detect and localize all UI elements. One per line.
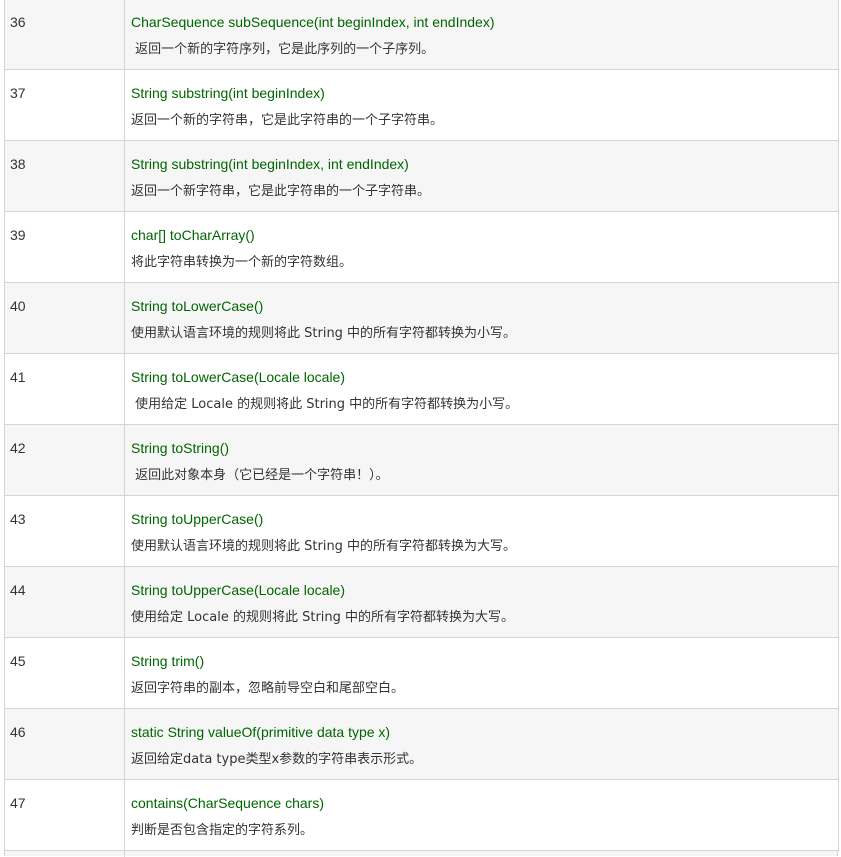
method-cell: String toString() 返回此对象本身（它已经是一个字符串！）。 bbox=[124, 424, 839, 496]
method-table-body: 36 CharSequence subSequence(int beginInd… bbox=[4, 0, 839, 851]
method-signature: static String valueOf(primitive data typ… bbox=[131, 724, 391, 740]
method-cell: char[] toCharArray() 将此字符串转换为一个新的字符数组。 bbox=[124, 211, 839, 283]
method-signature: char[] toCharArray() bbox=[131, 227, 255, 243]
method-signature: String toUpperCase(Locale locale) bbox=[131, 582, 345, 598]
method-signature: String trim() bbox=[131, 653, 205, 669]
table-row: 37 String substring(int beginIndex) 返回一个新… bbox=[4, 69, 839, 141]
method-cell: String toLowerCase() 使用默认语言环境的规则将此 String… bbox=[124, 282, 839, 354]
table-row: 47 contains(CharSequence chars) 判断是否包含指定的… bbox=[4, 779, 839, 851]
method-cell: String substring(int beginIndex, int end… bbox=[124, 140, 839, 212]
row-number: 46 bbox=[10, 724, 26, 740]
row-number-cell: 42 bbox=[4, 424, 125, 496]
table-row: 45 String trim() 返回字符串的副本，忽略前导空白和尾部空白。 bbox=[4, 637, 839, 709]
row-number: 41 bbox=[10, 369, 26, 385]
method-description: 将此字符串转换为一个新的字符数组。 bbox=[131, 255, 353, 270]
row-number-cell: 37 bbox=[4, 69, 125, 141]
method-description: 返回一个新的字符串，它是此字符串的一个子字符串。 bbox=[131, 113, 444, 128]
method-description: 返回给定data type类型x参数的字符串表示形式。 bbox=[131, 752, 423, 767]
method-description: 使用给定 Locale 的规则将此 String 中的所有字符都转换为小写。 bbox=[131, 397, 519, 412]
table-row: 36 CharSequence subSequence(int beginInd… bbox=[4, 0, 839, 70]
method-cell: String toLowerCase(Locale locale) 使用给定 L… bbox=[124, 353, 839, 425]
method-cell: contains(CharSequence chars) 判断是否包含指定的字符系… bbox=[124, 779, 839, 851]
table-row: 38 String substring(int beginIndex, int … bbox=[4, 140, 839, 212]
column-divider bbox=[124, 851, 125, 857]
method-cell: static String valueOf(primitive data typ… bbox=[124, 708, 839, 780]
row-number-cell: 40 bbox=[4, 282, 125, 354]
method-description: 返回一个新的字符序列，它是此序列的一个子序列。 bbox=[131, 42, 435, 57]
row-number: 45 bbox=[10, 653, 26, 669]
method-signature: String toString() bbox=[131, 440, 230, 456]
method-signature: String substring(int beginIndex, int end… bbox=[131, 156, 409, 172]
row-number: 40 bbox=[10, 298, 26, 314]
row-number-cell: 41 bbox=[4, 353, 125, 425]
table-row: 46 static String valueOf(primitive data … bbox=[4, 708, 839, 780]
method-description: 使用默认语言环境的规则将此 String 中的所有字符都转换为大写。 bbox=[131, 539, 517, 554]
table-row: 43 String toUpperCase() 使用默认语言环境的规则将此 Str… bbox=[4, 495, 839, 567]
row-number-cell: 43 bbox=[4, 495, 125, 567]
method-signature: contains(CharSequence chars) bbox=[131, 795, 324, 811]
method-description: 使用默认语言环境的规则将此 String 中的所有字符都转换为小写。 bbox=[131, 326, 517, 341]
row-number: 36 bbox=[10, 14, 26, 30]
method-description: 判断是否包含指定的字符系列。 bbox=[131, 823, 314, 838]
table-row: 40 String toLowerCase() 使用默认语言环境的规则将此 Str… bbox=[4, 282, 839, 354]
row-number-cell: 39 bbox=[4, 211, 125, 283]
row-number: 44 bbox=[10, 582, 26, 598]
row-number-cell: 44 bbox=[4, 566, 125, 638]
next-row-partial bbox=[4, 850, 838, 857]
row-number-cell: 36 bbox=[4, 0, 125, 70]
method-cell: String trim() 返回字符串的副本，忽略前导空白和尾部空白。 bbox=[124, 637, 839, 709]
method-description: 使用给定 Locale 的规则将此 String 中的所有字符都转换为大写。 bbox=[131, 610, 515, 625]
row-number-cell: 47 bbox=[4, 779, 125, 851]
row-number: 37 bbox=[10, 85, 26, 101]
row-number-cell: 38 bbox=[4, 140, 125, 212]
method-description: 返回一个新字符串，它是此字符串的一个子字符串。 bbox=[131, 184, 431, 199]
method-signature: String toLowerCase(Locale locale) bbox=[131, 369, 345, 385]
method-signature: String substring(int beginIndex) bbox=[131, 85, 325, 101]
method-cell: CharSequence subSequence(int beginIndex,… bbox=[124, 0, 839, 70]
method-signature: String toUpperCase() bbox=[131, 511, 264, 527]
row-number: 38 bbox=[10, 156, 26, 172]
table-row: 41 String toLowerCase(Locale locale) 使用给… bbox=[4, 353, 839, 425]
table-row: 39 char[] toCharArray() 将此字符串转换为一个新的字符数组。 bbox=[4, 211, 839, 283]
table-row: 44 String toUpperCase(Locale locale) 使用给定… bbox=[4, 566, 839, 638]
method-cell: String substring(int beginIndex) 返回一个新的字符… bbox=[124, 69, 839, 141]
row-number: 43 bbox=[10, 511, 26, 527]
row-number: 47 bbox=[10, 795, 26, 811]
row-number: 42 bbox=[10, 440, 26, 456]
method-table: 36 CharSequence subSequence(int beginInd… bbox=[4, 0, 839, 851]
method-description: 返回此对象本身（它已经是一个字符串！）。 bbox=[131, 468, 389, 483]
row-number-cell: 46 bbox=[4, 708, 125, 780]
method-cell: String toUpperCase(Locale locale) 使用给定 Lo… bbox=[124, 566, 839, 638]
row-number-cell: 45 bbox=[4, 637, 125, 709]
table-row: 42 String toString() 返回此对象本身（它已经是一个字符串！）… bbox=[4, 424, 839, 496]
method-cell: String toUpperCase() 使用默认语言环境的规则将此 String… bbox=[124, 495, 839, 567]
method-signature: CharSequence subSequence(int beginIndex,… bbox=[131, 14, 495, 30]
method-description: 返回字符串的副本，忽略前导空白和尾部空白。 bbox=[131, 681, 405, 696]
row-number: 39 bbox=[10, 227, 26, 243]
method-signature: String toLowerCase() bbox=[131, 298, 264, 314]
